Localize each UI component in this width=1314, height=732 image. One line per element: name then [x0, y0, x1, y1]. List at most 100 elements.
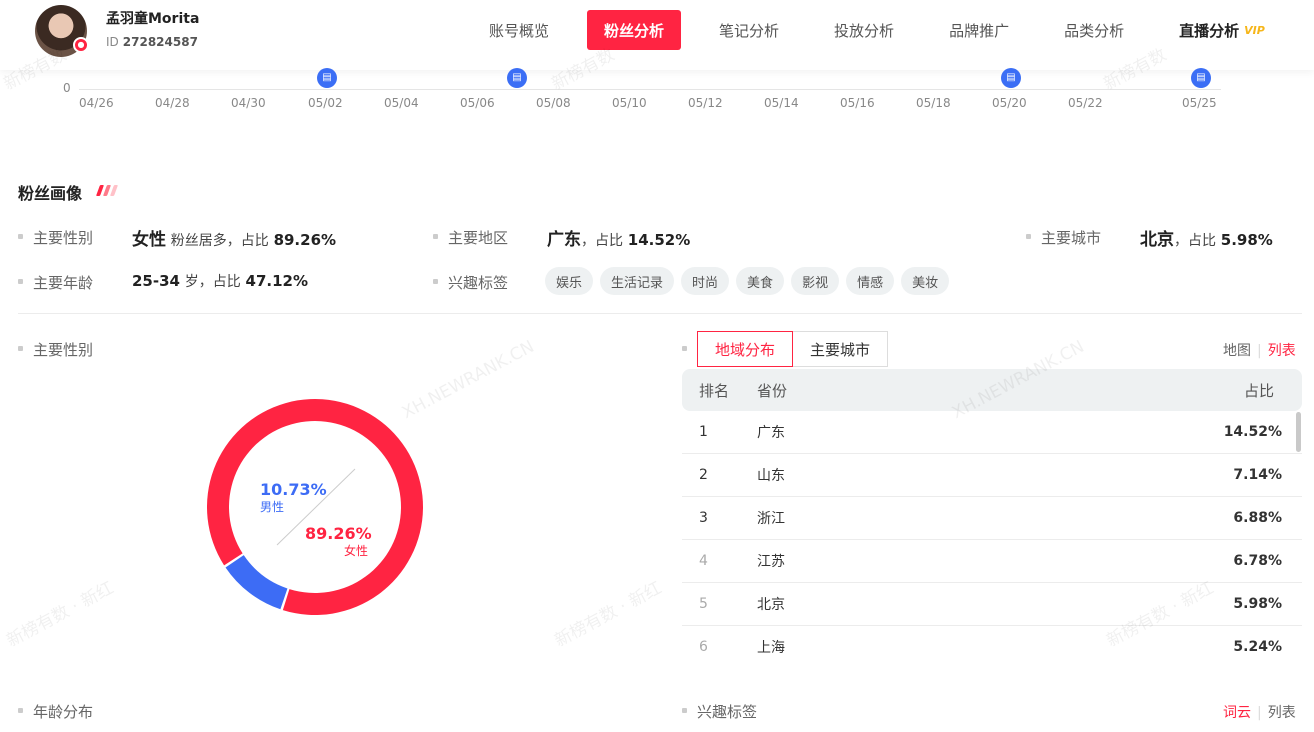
nav-item-category[interactable]: 品类分析: [1047, 10, 1141, 50]
nav-item-fans[interactable]: 粉丝分析: [587, 10, 682, 50]
book-icon[interactable]: ▤: [507, 68, 527, 88]
axis-tick-label: 05/20: [992, 96, 1027, 110]
table-row: 5 北京 5.98%: [682, 583, 1302, 626]
toggle-separator: |: [1257, 705, 1262, 721]
row-province: 江苏: [757, 554, 785, 570]
axis-tick-label: 04/28: [155, 96, 190, 110]
age-value: 25-34 岁，占比 47.12%: [132, 272, 309, 290]
nav-item-live[interactable]: 直播分析 VIP: [1162, 10, 1282, 50]
table-row: 6 上海 5.24%: [682, 626, 1302, 656]
divider: [18, 313, 1302, 314]
section-title: 粉丝画像: [18, 184, 83, 203]
row-ratio: 7.14%: [1233, 467, 1282, 483]
nav-item-overview[interactable]: 账号概览: [472, 10, 566, 50]
watermark: 新榜有数 · 新红: [3, 578, 118, 652]
city-label: 主要城市: [1026, 227, 1101, 248]
axis-tick-label: 05/22: [1068, 96, 1103, 110]
interest-tags-label: 兴趣标签: [682, 701, 757, 722]
title-decoration: [95, 185, 119, 196]
nav-item-ads[interactable]: 投放分析: [817, 10, 911, 50]
row-rank: 4: [699, 553, 708, 569]
interest-tag[interactable]: 影视: [791, 267, 840, 295]
col-rank: 排名: [699, 381, 730, 400]
gender-donut-chart: 10.73% 男性 89.26% 女性: [205, 397, 425, 617]
male-pct: 10.73%: [260, 480, 327, 499]
row-rank: 2: [699, 467, 708, 483]
axis-tick-label: 05/25: [1182, 96, 1217, 110]
table-scrollbar[interactable]: [1296, 412, 1301, 452]
row-province: 上海: [757, 640, 785, 656]
book-icon[interactable]: ▤: [317, 68, 337, 88]
col-province: 省份: [757, 381, 788, 400]
interest-tags: 娱乐 生活记录 时尚 美食 影视 情感 美妆: [545, 267, 950, 295]
row-ratio: 5.24%: [1233, 639, 1282, 655]
interest-tag[interactable]: 娱乐: [545, 267, 594, 295]
interest-tag[interactable]: 时尚: [681, 267, 730, 295]
donut-segment-male[interactable]: [225, 555, 288, 610]
row-province: 广东: [757, 425, 785, 441]
region-label: 主要地区: [433, 227, 508, 248]
female-label: 女性: [344, 544, 369, 558]
gender-chart-label: 主要性别: [18, 339, 93, 360]
view-map-link[interactable]: 地图: [1223, 343, 1251, 359]
watermark: 新榜有数 · 新红: [551, 578, 666, 652]
gender-value: 女性 粉丝居多，占比 89.26%: [132, 230, 337, 250]
axis-tick-label: 05/08: [536, 96, 571, 110]
tab-main-cities[interactable]: 主要城市: [793, 331, 889, 367]
table-header: 排名 省份 占比: [682, 369, 1302, 411]
username: 孟羽童Morita: [106, 11, 200, 27]
axis-tick-label: 05/16: [840, 96, 875, 110]
region-view-toggle: 地图 | 列表: [1223, 340, 1296, 360]
axis-tick-label: 04/26: [79, 96, 114, 110]
axis-tick-label: 05/14: [764, 96, 799, 110]
table-row: 1 广东 14.52%: [682, 411, 1302, 454]
row-rank: 3: [699, 510, 708, 526]
nav-item-notes[interactable]: 笔记分析: [702, 10, 796, 50]
row-rank: 5: [699, 596, 708, 612]
deco-bar: [109, 185, 119, 196]
toggle-separator: |: [1257, 343, 1262, 359]
interest-tag[interactable]: 情感: [846, 267, 895, 295]
row-rank: 6: [699, 639, 708, 655]
region-value: 广东，占比 14.52%: [547, 230, 691, 250]
view-list-link[interactable]: 列表: [1268, 705, 1296, 721]
view-list-link[interactable]: 列表: [1268, 343, 1296, 359]
row-province: 浙江: [757, 511, 785, 527]
age-label: 主要年龄: [18, 272, 93, 293]
male-label: 男性: [260, 500, 285, 514]
donut-svg: [206, 399, 423, 615]
interest-tag[interactable]: 生活记录: [600, 267, 675, 295]
interest-view-toggle: 词云 | 列表: [1223, 702, 1296, 722]
city-value: 北京，占比 5.98%: [1140, 230, 1273, 250]
row-province: 山东: [757, 468, 785, 484]
table-row: 2 山东 7.14%: [682, 454, 1302, 497]
axis-tick-label: 05/10: [612, 96, 647, 110]
book-icon[interactable]: ▤: [1001, 68, 1021, 88]
table-row: 3 浙江 6.88%: [682, 497, 1302, 540]
row-ratio: 14.52%: [1223, 424, 1282, 440]
interest-label: 兴趣标签: [433, 272, 508, 293]
row-rank: 1: [699, 424, 708, 440]
table-row: 4 江苏 6.78%: [682, 540, 1302, 583]
axis-tick-label: 04/30: [231, 96, 266, 110]
view-wordcloud-link[interactable]: 词云: [1223, 705, 1251, 721]
nav-item-brand[interactable]: 品牌推广: [932, 10, 1026, 50]
region-table: 排名 省份 占比 1 广东 14.52% 2 山东 7.14% 3 浙江 6.88% 4 江苏 6.7…: [682, 369, 1302, 656]
gender-label: 主要性别: [18, 227, 93, 248]
tab-region-distribution[interactable]: 地域分布: [697, 331, 794, 367]
region-tab-group: 地域分布 主要城市: [697, 331, 889, 367]
row-province: 北京: [757, 597, 785, 613]
axis-tick-label: 05/02: [308, 96, 343, 110]
axis-tick-label: 05/12: [688, 96, 723, 110]
book-icon[interactable]: ▤: [1191, 68, 1211, 88]
interest-tag[interactable]: 美食: [736, 267, 785, 295]
table-body: 1 广东 14.52% 2 山东 7.14% 3 浙江 6.88% 4 江苏 6.78% 5 北京 5.98…: [682, 411, 1302, 656]
axis-tick-label: 05/06: [460, 96, 495, 110]
main-nav: 账号概览 粉丝分析 笔记分析 投放分析 品牌推广 品类分析 直播分析 VIP: [472, 10, 1303, 50]
age-distribution-label: 年龄分布: [18, 701, 93, 722]
user-badge-icon: ●: [73, 37, 89, 53]
axis-zero-label: 0: [63, 81, 71, 95]
top-header: ● 孟羽童Morita ID 272824587 账号概览 粉丝分析 笔记分析 投…: [0, 0, 1314, 70]
user-id: ID 272824587: [106, 35, 198, 49]
interest-tag[interactable]: 美妆: [901, 267, 950, 295]
